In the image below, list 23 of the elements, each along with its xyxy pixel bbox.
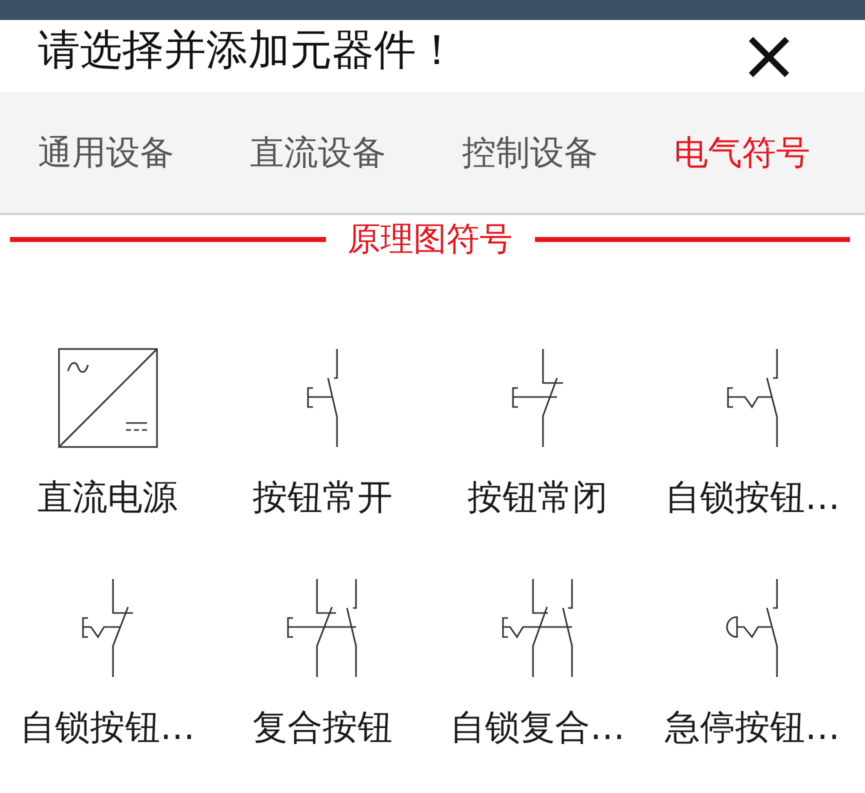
component-item[interactable]: 直流电源	[0, 348, 215, 518]
component-item[interactable]: 自锁按钮…	[0, 578, 215, 748]
close-icon[interactable]	[748, 36, 790, 78]
dialog-title: 请选择并添加元器件！	[38, 25, 458, 75]
push-switch-open-icon	[306, 348, 340, 448]
component-item[interactable]: 自锁复合…	[430, 578, 645, 748]
mushroom-switch-icon	[725, 578, 780, 678]
ac-dc-converter-icon	[58, 348, 158, 448]
dual-latching-switch-icon	[500, 578, 574, 678]
category-tab[interactable]: 电气符号	[670, 126, 814, 178]
dual-push-switch-icon	[286, 578, 359, 678]
latching-switch-closed-icon	[80, 578, 134, 678]
section-title: 原理图符号	[348, 219, 512, 259]
component-item[interactable]: 按钮常开	[215, 348, 430, 518]
category-tab[interactable]: 通用设备	[34, 126, 178, 178]
latching-switch-open-icon	[726, 348, 780, 448]
component-item[interactable]: 急停按钮…	[645, 578, 860, 748]
category-tab[interactable]: 控制设备	[458, 126, 602, 178]
component-item[interactable]: 复合按钮	[215, 578, 430, 748]
component-item[interactable]: 自锁按钮…	[645, 348, 860, 518]
category-tab[interactable]: 直流设备	[246, 126, 390, 178]
component-item[interactable]: 按钮常闭	[430, 348, 645, 518]
push-switch-closed-icon	[510, 348, 564, 448]
